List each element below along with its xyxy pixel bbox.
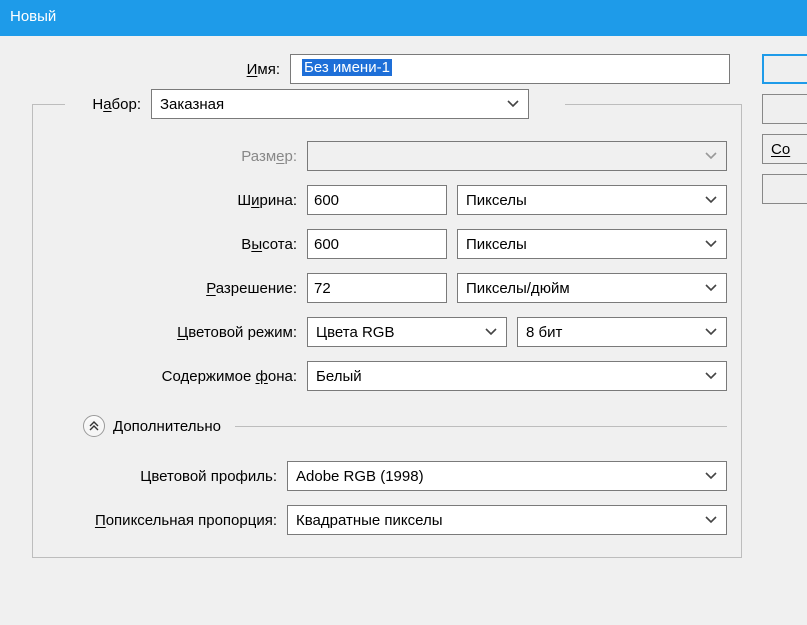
chevron-down-icon xyxy=(704,193,718,207)
chevron-down-icon xyxy=(704,325,718,339)
size-select xyxy=(307,141,727,171)
color-depth-select[interactable]: 8 бит xyxy=(517,317,727,347)
resolution-input[interactable] xyxy=(307,273,447,303)
side-column: Со xyxy=(762,54,807,625)
height-unit-select[interactable]: Пикселы xyxy=(457,229,727,259)
color-depth-value: 8 бит xyxy=(526,324,562,341)
color-profile-select[interactable]: Adobe RGB (1998) xyxy=(287,461,727,491)
chevron-down-icon xyxy=(704,469,718,483)
background-label: Содержимое фона: xyxy=(47,368,307,385)
chevron-down-icon xyxy=(704,513,718,527)
dialog-body: Имя: Без имени-1 Набор: Заказная Размер: xyxy=(0,36,807,625)
name-label: Имя: xyxy=(30,61,290,78)
save-preset-button[interactable]: Со xyxy=(762,134,807,164)
width-input[interactable] xyxy=(307,185,447,215)
width-unit-value: Пикселы xyxy=(466,192,527,209)
row-color-mode: Цветовой режим: Цвета RGB 8 бит xyxy=(47,317,727,347)
height-unit-value: Пикселы xyxy=(466,236,527,253)
settings-group: Набор: Заказная Размер: Ширина: xyxy=(32,104,742,558)
preset-select[interactable]: Заказная xyxy=(151,89,529,119)
color-profile-value: Adobe RGB (1998) xyxy=(296,468,424,485)
preset-value: Заказная xyxy=(160,96,224,113)
row-preset: Набор: Заказная xyxy=(65,89,565,119)
color-mode-select[interactable]: Цвета RGB xyxy=(307,317,507,347)
pixel-aspect-label: Попиксельная пропорция: xyxy=(47,512,287,529)
size-label: Размер: xyxy=(47,148,307,165)
cancel-button[interactable] xyxy=(762,94,807,124)
width-unit-select[interactable]: Пикселы xyxy=(457,185,727,215)
height-input[interactable] xyxy=(307,229,447,259)
delete-preset-button[interactable] xyxy=(762,174,807,204)
row-name: Имя: xyxy=(30,54,742,84)
resolution-unit-value: Пикселы/дюйм xyxy=(466,280,570,297)
height-label: Высота: xyxy=(47,236,307,253)
titlebar: Новый xyxy=(0,0,807,36)
collapse-button[interactable] xyxy=(83,415,105,437)
preset-label: Набор: xyxy=(71,96,151,113)
save-preset-label: Со xyxy=(771,141,790,158)
background-select[interactable]: Белый xyxy=(307,361,727,391)
resolution-unit-select[interactable]: Пикселы/дюйм xyxy=(457,273,727,303)
color-mode-label: Цветовой режим: xyxy=(47,324,307,341)
chevron-down-icon xyxy=(704,369,718,383)
name-input[interactable] xyxy=(290,54,730,84)
chevron-down-icon xyxy=(484,325,498,339)
row-pixel-aspect: Попиксельная пропорция: Квадратные пиксе… xyxy=(47,505,727,535)
chevron-down-icon xyxy=(506,97,520,111)
chevron-down-icon xyxy=(704,281,718,295)
color-profile-label: Цветовой профиль: xyxy=(47,468,287,485)
row-resolution: Разрешение: Пикселы/дюйм xyxy=(47,273,727,303)
window-title: Новый xyxy=(10,8,56,25)
resolution-label: Разрешение: xyxy=(47,280,307,297)
ok-button[interactable] xyxy=(762,54,807,84)
row-height: Высота: Пикселы xyxy=(47,229,727,259)
row-size: Размер: xyxy=(47,141,727,171)
background-value: Белый xyxy=(316,368,362,385)
chevron-down-icon xyxy=(704,149,718,163)
advanced-toggle-row: Дополнительно xyxy=(83,415,727,437)
row-width: Ширина: Пикселы xyxy=(47,185,727,215)
chevron-double-up-icon xyxy=(88,420,100,432)
main-column: Имя: Без имени-1 Набор: Заказная Размер: xyxy=(0,54,742,625)
pixel-aspect-value: Квадратные пикселы xyxy=(296,512,443,529)
width-label: Ширина: xyxy=(47,192,307,209)
pixel-aspect-select[interactable]: Квадратные пикселы xyxy=(287,505,727,535)
advanced-label: Дополнительно xyxy=(113,418,221,435)
chevron-down-icon xyxy=(704,237,718,251)
row-background: Содержимое фона: Белый xyxy=(47,361,727,391)
color-mode-value: Цвета RGB xyxy=(316,324,394,341)
row-color-profile: Цветовой профиль: Adobe RGB (1998) xyxy=(47,461,727,491)
